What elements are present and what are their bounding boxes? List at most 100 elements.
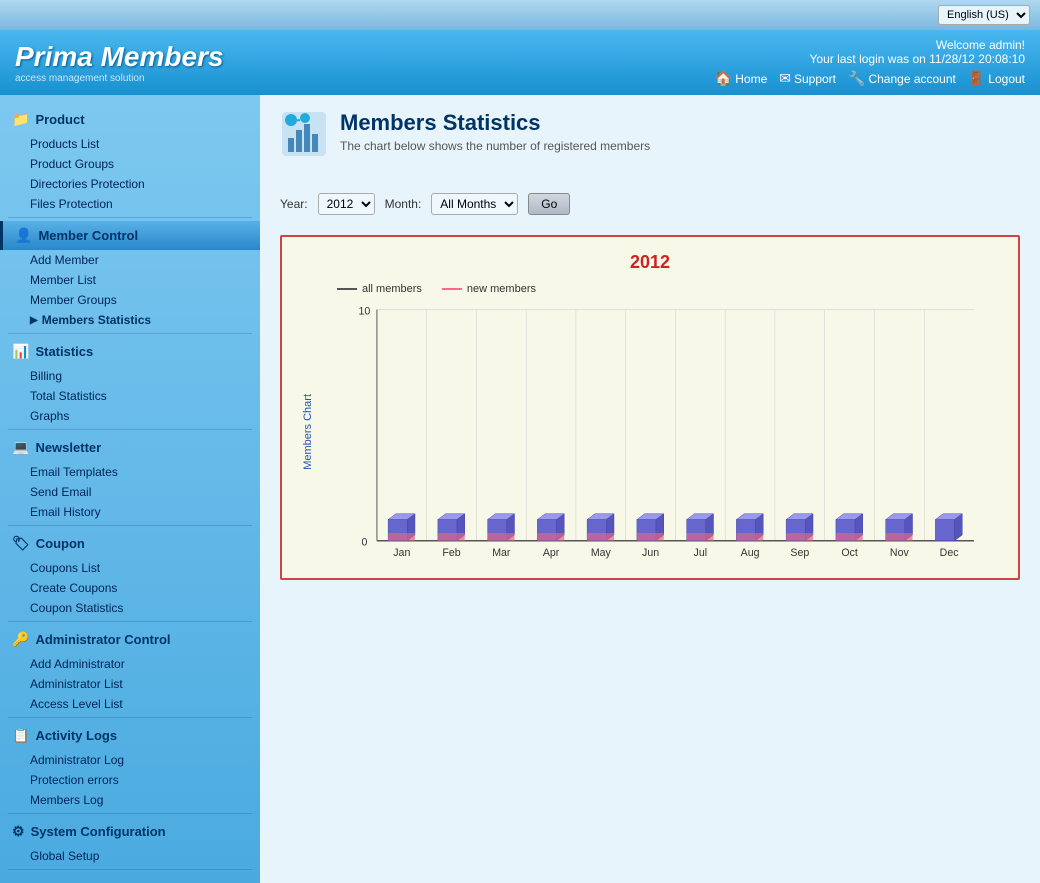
sidebar-item-products-list[interactable]: Products List — [0, 134, 260, 154]
sidebar-item-access-level-list[interactable]: Access Level List — [0, 694, 260, 714]
last-login-text: Your last login was on 11/28/12 20:08:10 — [715, 52, 1025, 66]
svg-text:Jan: Jan — [393, 547, 410, 559]
sidebar-divider — [8, 717, 252, 718]
sidebar-divider — [8, 621, 252, 622]
sidebar-item-member-list[interactable]: Member List — [0, 270, 260, 290]
sidebar-item-email-history[interactable]: Email History — [0, 502, 260, 522]
page-title: Members Statistics — [340, 110, 650, 136]
section-icon-activity-logs: 📋 — [12, 727, 29, 744]
sidebar-section-header-newsletter[interactable]: 💻 Newsletter — [0, 433, 260, 462]
sidebar-section-header-statistics[interactable]: 📊 Statistics — [0, 337, 260, 366]
home-link[interactable]: 🏠 Home — [715, 70, 767, 87]
sidebar-item-add-member[interactable]: Add Member — [0, 250, 260, 270]
section-icon-newsletter: 💻 — [12, 439, 29, 456]
section-label-coupon: Coupon — [36, 536, 85, 551]
sidebar-section-header-system-configuration[interactable]: ⚙ System Configuration — [0, 817, 260, 846]
section-icon-system-configuration: ⚙ — [12, 823, 25, 840]
sidebar-section-system-configuration: ⚙ System ConfigurationGlobal Setup — [0, 817, 260, 870]
sidebar-section-header-product[interactable]: 📁 Product — [0, 105, 260, 134]
sidebar-section-newsletter: 💻 NewsletterEmail TemplatesSend EmailEma… — [0, 433, 260, 526]
arrow-icon: ▶ — [30, 315, 38, 326]
top-bar: English (US) — [0, 0, 1040, 30]
sidebar-item-global-setup[interactable]: Global Setup — [0, 846, 260, 866]
svg-text:Nov: Nov — [890, 547, 910, 559]
section-icon-statistics: 📊 — [12, 343, 29, 360]
header: Prima Members access management solution… — [0, 30, 1040, 95]
chart-svg-area: 10 0 JanFebMarAprMayJunJulAugSepOctNovDe… — [319, 300, 1003, 563]
change-account-link[interactable]: 🔧 Change account — [848, 70, 956, 87]
sidebar-item-administrator-log[interactable]: Administrator Log — [0, 750, 260, 770]
header-right: Welcome admin! Your last login was on 11… — [715, 38, 1025, 87]
chart-y-label: Members Chart — [297, 394, 319, 470]
sidebar-item-graphs[interactable]: Graphs — [0, 406, 260, 426]
change-account-icon: 🔧 — [848, 70, 865, 87]
sidebar-item-email-templates[interactable]: Email Templates — [0, 462, 260, 482]
sidebar-item-product-groups[interactable]: Product Groups — [0, 154, 260, 174]
sidebar-section-administrator-control: 🔑 Administrator ControlAdd Administrator… — [0, 625, 260, 718]
section-label-administrator-control: Administrator Control — [35, 632, 170, 647]
welcome-text: Welcome admin! — [715, 38, 1025, 52]
chart-container: 2012 all members new members Members Cha… — [280, 235, 1020, 580]
month-label: Month: — [385, 197, 422, 211]
sidebar-section-member-control: 👤 Member ControlAdd MemberMember ListMem… — [0, 221, 260, 334]
sidebar-divider — [8, 217, 252, 218]
logout-link[interactable]: 🚪 Logout — [968, 70, 1025, 87]
sidebar-item-coupon-statistics[interactable]: Coupon Statistics — [0, 598, 260, 618]
sidebar-section-header-activity-logs[interactable]: 📋 Activity Logs — [0, 721, 260, 750]
sidebar-item-member-groups[interactable]: Member Groups — [0, 290, 260, 310]
sidebar-section-product: 📁 ProductProducts ListProduct GroupsDire… — [0, 105, 260, 218]
go-button[interactable]: Go — [528, 193, 570, 215]
nav-links: 🏠 Home ✉ Support 🔧 Change account 🚪 Logo… — [715, 70, 1025, 87]
sidebar-item-send-email[interactable]: Send Email — [0, 482, 260, 502]
section-label-activity-logs: Activity Logs — [35, 728, 117, 743]
sidebar-item-files-protection[interactable]: Files Protection — [0, 194, 260, 214]
page-header: Members Statistics The chart below shows… — [280, 110, 1020, 168]
legend-new-line — [442, 288, 462, 290]
legend-all-line — [337, 288, 357, 290]
sidebar-section-header-administrator-control[interactable]: 🔑 Administrator Control — [0, 625, 260, 654]
sidebar-section-header-coupon[interactable]: 🏷 Coupon — [0, 529, 260, 558]
section-icon-administrator-control: 🔑 — [12, 631, 29, 648]
page-header-icon — [280, 110, 328, 168]
section-icon-member-control: 👤 — [15, 227, 32, 244]
legend-all: all members — [337, 283, 422, 295]
section-label-system-configuration: System Configuration — [31, 824, 166, 839]
section-icon-product: 📁 — [12, 111, 29, 128]
sidebar-section-coupon: 🏷 CouponCoupons ListCreate CouponsCoupon… — [0, 529, 260, 622]
sidebar-item-add-administrator[interactable]: Add Administrator — [0, 654, 260, 674]
logo-title: Prima Members — [15, 41, 224, 73]
content-area: Members Statistics The chart below shows… — [260, 95, 1040, 883]
sidebar-item-members-log[interactable]: Members Log — [0, 790, 260, 810]
language-select[interactable]: English (US) — [938, 5, 1030, 25]
section-label-newsletter: Newsletter — [35, 440, 101, 455]
chart-svg-wrapper: Members Chart 10 0 JanFebMarAprMayJunJul… — [297, 300, 1003, 563]
year-select[interactable]: 2012 — [318, 193, 375, 215]
sidebar-item-members-statistics[interactable]: ▶Members Statistics — [0, 310, 260, 330]
svg-text:Jul: Jul — [694, 547, 708, 559]
svg-text:10: 10 — [359, 305, 371, 317]
sidebar-section-header-member-control[interactable]: 👤 Member Control — [0, 221, 260, 250]
sidebar: 📁 ProductProducts ListProduct GroupsDire… — [0, 95, 260, 883]
sidebar-item-create-coupons[interactable]: Create Coupons — [0, 578, 260, 598]
sidebar-item-protection-errors[interactable]: Protection errors — [0, 770, 260, 790]
filter-bar: Year: 2012 Month: All Months Go — [280, 188, 1020, 220]
svg-text:Dec: Dec — [940, 547, 960, 559]
sidebar-item-administrator-list[interactable]: Administrator List — [0, 674, 260, 694]
logout-icon: 🚪 — [968, 70, 985, 87]
month-select[interactable]: All Months — [431, 193, 518, 215]
svg-text:Sep: Sep — [790, 547, 809, 559]
sidebar-divider — [8, 333, 252, 334]
sidebar-item-total-statistics[interactable]: Total Statistics — [0, 386, 260, 406]
sidebar-item-coupons-list[interactable]: Coupons List — [0, 558, 260, 578]
support-link[interactable]: ✉ Support — [779, 70, 836, 87]
legend-new: new members — [442, 283, 536, 295]
sidebar-section-activity-logs: 📋 Activity LogsAdministrator LogProtecti… — [0, 721, 260, 814]
section-label-member-control: Member Control — [38, 228, 138, 243]
support-icon: ✉ — [779, 70, 791, 87]
sidebar-divider — [8, 429, 252, 430]
sidebar-divider — [8, 525, 252, 526]
sidebar-item-billing[interactable]: Billing — [0, 366, 260, 386]
sidebar-item-directories-protection[interactable]: Directories Protection — [0, 174, 260, 194]
main-layout: 📁 ProductProducts ListProduct GroupsDire… — [0, 95, 1040, 883]
page-subtitle: The chart below shows the number of regi… — [340, 139, 650, 153]
